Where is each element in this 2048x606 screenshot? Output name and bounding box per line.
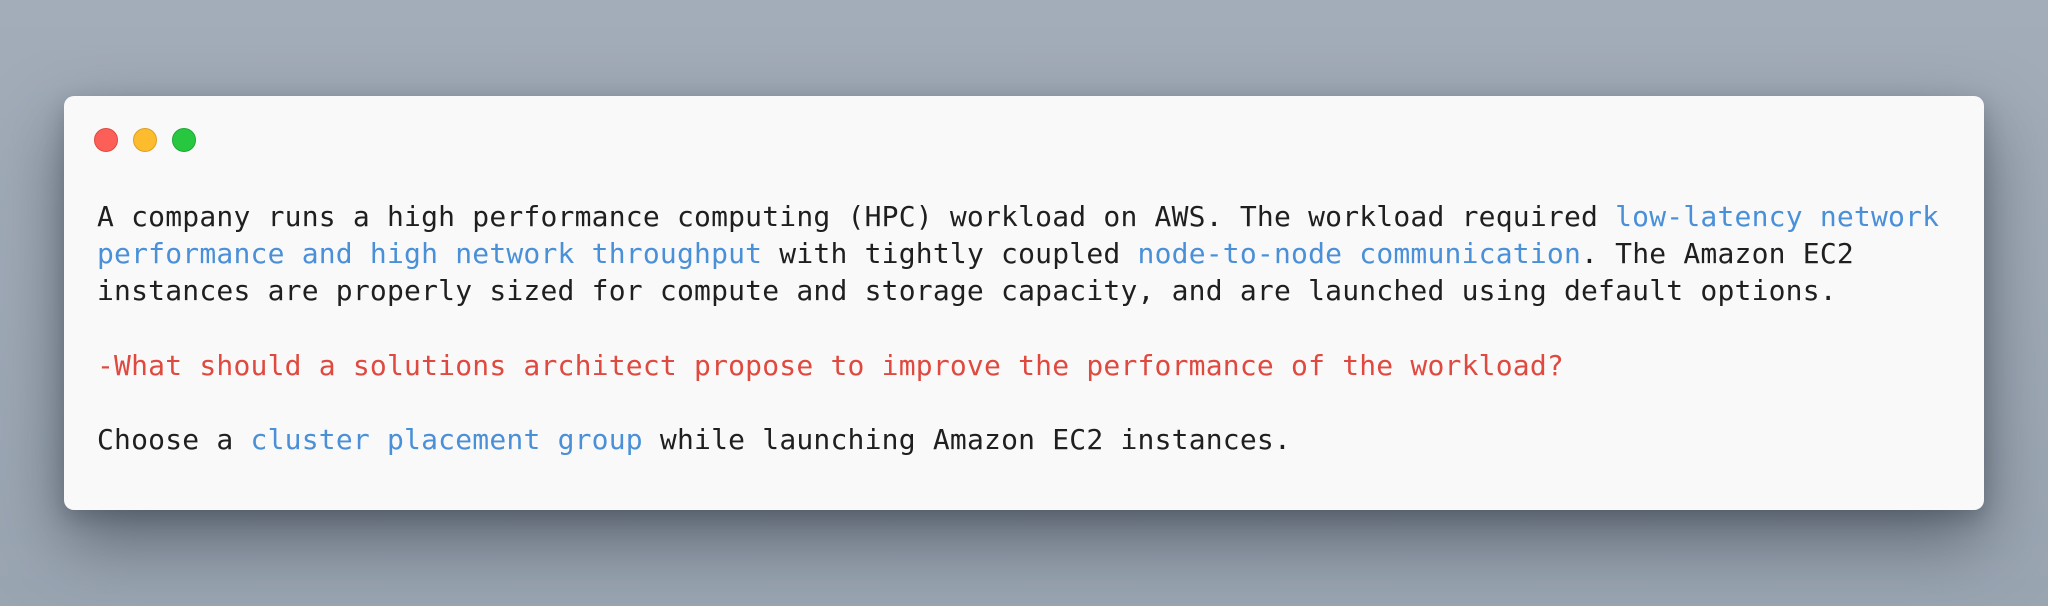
question-text: -What should a solutions architect propo… bbox=[97, 349, 1564, 382]
minimize-button[interactable] bbox=[133, 128, 157, 152]
answer-text-2: while launching Amazon EC2 instances. bbox=[642, 423, 1292, 456]
highlight-node-communication: node-to-node communication bbox=[1137, 237, 1582, 270]
scenario-text-1: A company runs a high performance comput… bbox=[97, 200, 1616, 233]
scenario-text-2: with tightly coupled bbox=[762, 237, 1138, 270]
scenario-paragraph: A company runs a high performance comput… bbox=[97, 198, 1957, 309]
window-controls bbox=[94, 128, 196, 152]
answer-text-1: Choose a bbox=[97, 423, 251, 456]
code-window: A company runs a high performance comput… bbox=[64, 96, 1984, 510]
window-content: A company runs a high performance comput… bbox=[97, 198, 1957, 458]
close-button[interactable] bbox=[94, 128, 118, 152]
maximize-button[interactable] bbox=[172, 128, 196, 152]
answer-paragraph: Choose a cluster placement group while l… bbox=[97, 421, 1957, 458]
highlight-cluster-placement-group: cluster placement group bbox=[250, 423, 643, 456]
